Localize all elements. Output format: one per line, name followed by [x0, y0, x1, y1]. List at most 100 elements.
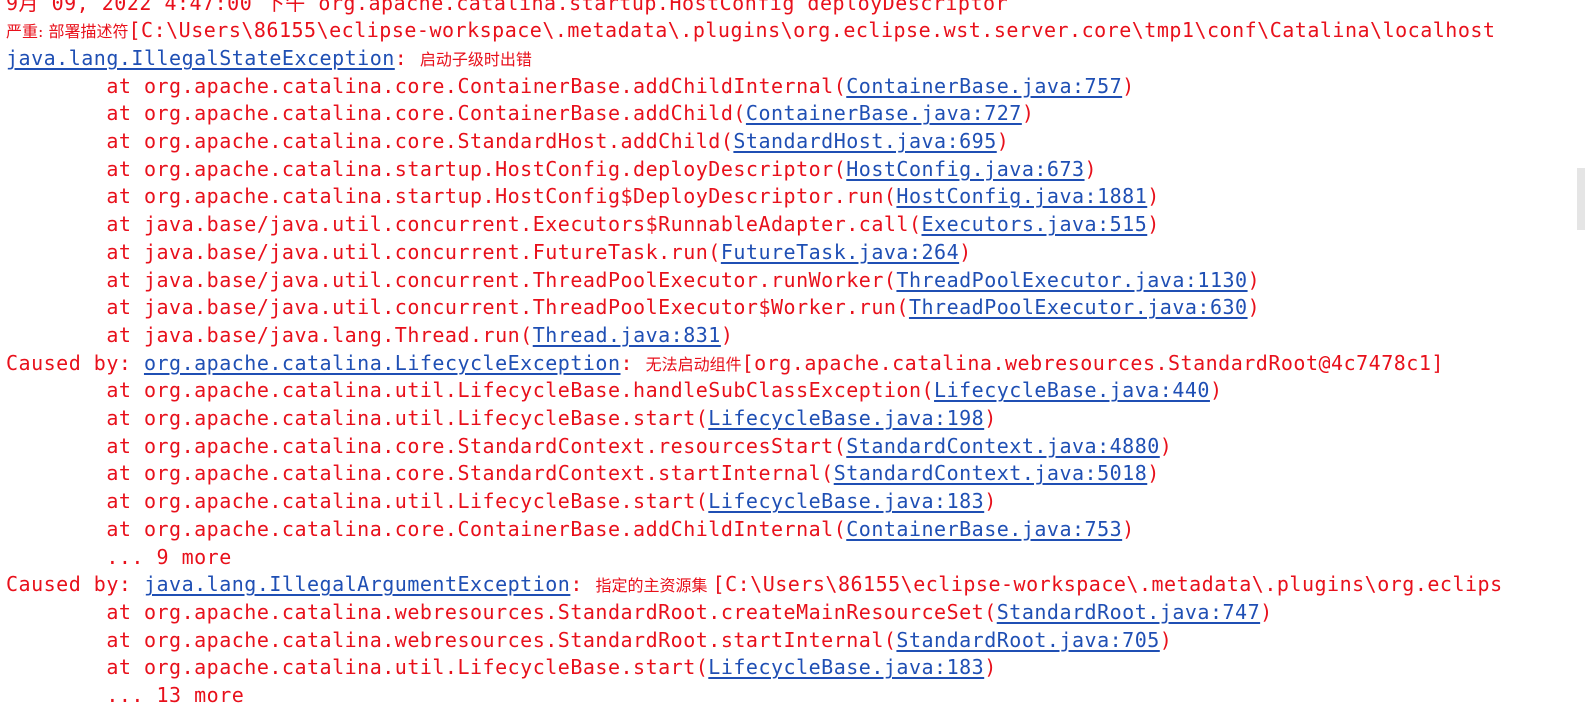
- log-text: at org.apache.catalina.startup.HostConfi…: [6, 184, 897, 209]
- log-message-text: 严重: 部署描述符: [6, 22, 129, 42]
- source-link[interactable]: StandardRoot.java:747: [997, 600, 1260, 624]
- source-link[interactable]: ThreadPoolExecutor.java:1130: [896, 268, 1247, 292]
- scrollbar-thumb[interactable]: [1577, 168, 1585, 230]
- source-link[interactable]: HostConfig.java:1881: [896, 184, 1147, 208]
- source-link[interactable]: org.apache.catalina.LifecycleException: [144, 351, 621, 375]
- log-text: at org.apache.catalina.core.StandardHost…: [6, 129, 734, 153]
- log-text: ): [1021, 101, 1035, 126]
- log-text: at org.apache.catalina.core.StandardCont…: [6, 433, 847, 458]
- source-link[interactable]: Thread.java:831: [533, 323, 721, 347]
- vertical-scrollbar[interactable]: [1568, 0, 1585, 726]
- source-link[interactable]: LifecycleBase.java:198: [708, 406, 984, 430]
- log-text: at org.apache.catalina.core.ContainerBas…: [6, 101, 746, 126]
- log-text: ... 13 more: [6, 683, 245, 707]
- log-text: ): [1260, 599, 1273, 624]
- console-line: Caused by: java.lang.IllegalArgumentExce…: [6, 571, 1503, 599]
- log-text: at org.apache.catalina.util.LifecycleBas…: [6, 489, 709, 514]
- console-line: at org.apache.catalina.startup.HostConfi…: [6, 183, 1160, 211]
- console-line: at java.base/java.util.concurrent.Execut…: [6, 211, 1160, 239]
- source-link[interactable]: StandardHost.java:695: [733, 129, 996, 153]
- console-line: at org.apache.catalina.webresources.Stan…: [6, 599, 1273, 627]
- source-link[interactable]: ThreadPoolExecutor.java:630: [909, 295, 1248, 319]
- source-link[interactable]: FutureTask.java:264: [721, 240, 959, 264]
- log-text: at org.apache.catalina.webresources.Stan…: [6, 599, 997, 624]
- console-line: at org.apache.catalina.startup.HostConfi…: [6, 156, 1097, 184]
- source-link[interactable]: StandardRoot.java:705: [896, 628, 1159, 652]
- log-text: at org.apache.catalina.core.ContainerBas…: [6, 516, 847, 541]
- log-text: ): [984, 489, 997, 514]
- console-line: at org.apache.catalina.util.LifecycleBas…: [6, 377, 1223, 405]
- console-line: at org.apache.catalina.core.StandardHost…: [6, 128, 1009, 156]
- log-text: at org.apache.catalina.util.LifecycleBas…: [6, 406, 709, 430]
- log-text: :: [394, 45, 420, 70]
- log-text: ): [984, 406, 997, 430]
- source-link[interactable]: LifecycleBase.java:440: [934, 378, 1210, 402]
- log-text: Caused by:: [6, 350, 144, 375]
- log-text: ): [1159, 433, 1173, 458]
- log-text: ): [996, 129, 1010, 153]
- source-link[interactable]: java.lang.IllegalArgumentException: [144, 572, 570, 596]
- console-line: at org.apache.catalina.core.ContainerBas…: [6, 100, 1034, 128]
- console-line: at org.apache.catalina.util.LifecycleBas…: [6, 654, 997, 682]
- log-text: at org.apache.catalina.startup.HostConfi…: [6, 156, 847, 181]
- log-text: at org.apache.catalina.core.ContainerBas…: [6, 73, 847, 98]
- console-line: at org.apache.catalina.core.StandardCont…: [6, 460, 1160, 488]
- console-line: at java.base/java.lang.Thread.run(Thread…: [6, 322, 733, 350]
- log-text: ): [1147, 212, 1160, 237]
- log-message-text: 启动子级时出错: [419, 49, 532, 69]
- log-text: [org.apache.catalina.webresources.Standa…: [741, 350, 1444, 375]
- console-line: at java.base/java.util.concurrent.Thread…: [6, 267, 1260, 295]
- console-line: at org.apache.catalina.util.LifecycleBas…: [6, 405, 997, 433]
- console-line: at java.base/java.util.concurrent.Future…: [6, 239, 972, 267]
- log-text: at java.base/java.util.concurrent.Future…: [6, 239, 721, 264]
- source-link[interactable]: LifecycleBase.java:183: [708, 655, 984, 679]
- source-link[interactable]: Executors.java:515: [922, 212, 1148, 236]
- log-text: :: [620, 350, 646, 375]
- source-link[interactable]: java.lang.IllegalStateException: [6, 46, 395, 70]
- log-text: 9月 09, 2022 4:47:00 下午 org.apache.catali…: [6, 0, 1009, 15]
- source-link[interactable]: StandardContext.java:5018: [834, 461, 1148, 485]
- log-text: at java.base/java.util.concurrent.Execut…: [6, 212, 922, 237]
- console-line: at org.apache.catalina.webresources.Stan…: [6, 627, 1172, 655]
- log-text: :: [570, 572, 596, 597]
- log-text: ): [1209, 378, 1223, 403]
- log-text: ): [1122, 516, 1135, 541]
- log-text: at java.base/java.util.concurrent.Thread…: [6, 267, 897, 292]
- log-message-text: 指定的主资源集: [595, 576, 713, 596]
- console-line: at org.apache.catalina.core.ContainerBas…: [6, 516, 1135, 544]
- log-text: ): [1147, 461, 1160, 486]
- log-text: [C:\Users\86155\eclipse-workspace\.metad…: [128, 18, 1496, 43]
- log-text: ): [1147, 184, 1160, 209]
- log-text: ): [1247, 267, 1261, 292]
- console-line: at org.apache.catalina.core.ContainerBas…: [6, 73, 1135, 101]
- log-text: at org.apache.catalina.core.StandardCont…: [6, 461, 834, 486]
- source-link[interactable]: ContainerBase.java:727: [746, 101, 1022, 125]
- log-text: ): [1247, 295, 1261, 320]
- log-text: at org.apache.catalina.util.LifecycleBas…: [6, 378, 935, 403]
- log-text: ): [720, 322, 734, 347]
- source-link[interactable]: StandardContext.java:4880: [846, 434, 1160, 458]
- log-text: ): [1159, 627, 1173, 652]
- source-link[interactable]: ContainerBase.java:757: [846, 74, 1122, 98]
- console-line: at org.apache.catalina.util.LifecycleBas…: [6, 488, 997, 516]
- log-text: at java.base/java.lang.Thread.run(: [6, 322, 533, 347]
- log-text: at org.apache.catalina.util.LifecycleBas…: [6, 655, 709, 680]
- source-link[interactable]: HostConfig.java:673: [846, 157, 1084, 181]
- console-line: at org.apache.catalina.core.StandardCont…: [6, 433, 1172, 461]
- log-text: Caused by:: [6, 572, 144, 597]
- log-text: at java.base/java.util.concurrent.Thread…: [6, 295, 909, 320]
- console-line: at java.base/java.util.concurrent.Thread…: [6, 294, 1260, 322]
- source-link[interactable]: LifecycleBase.java:183: [708, 489, 984, 513]
- source-link[interactable]: ContainerBase.java:753: [846, 517, 1122, 541]
- log-text: ): [959, 239, 972, 264]
- log-text: ): [984, 655, 997, 680]
- console-output[interactable]: 9月 09, 2022 4:47:00 下午 org.apache.catali…: [0, 0, 1560, 726]
- console-line: 严重: 部署描述符[C:\Users\86155\eclipse-workspa…: [6, 17, 1495, 45]
- console-line: java.lang.IllegalStateException: 启动子级时出错: [6, 45, 532, 73]
- console-line: Caused by: org.apache.catalina.Lifecycle…: [6, 350, 1444, 378]
- log-text: ): [1084, 156, 1098, 181]
- console-line: ... 13 more: [6, 682, 244, 710]
- console-line: ... 9 more: [6, 544, 232, 572]
- log-text: at org.apache.catalina.webresources.Stan…: [6, 627, 897, 652]
- log-text: ): [1122, 73, 1135, 98]
